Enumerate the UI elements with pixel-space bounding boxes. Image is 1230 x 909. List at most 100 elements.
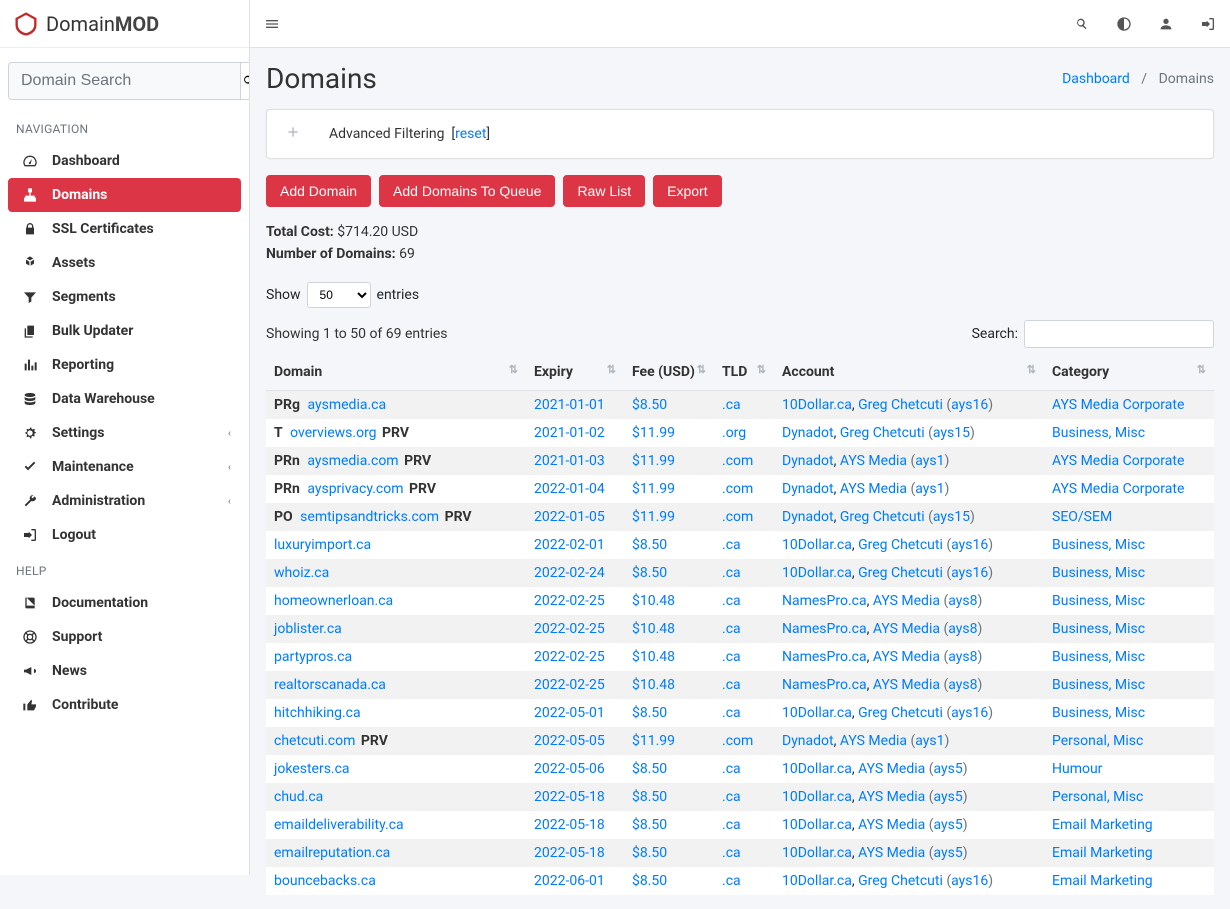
expiry-link[interactable]: 2022-06-01 bbox=[534, 873, 605, 889]
sidebar-item-logout[interactable]: Logout bbox=[8, 518, 241, 552]
col-expiry[interactable]: Expiry⇅ bbox=[526, 354, 624, 391]
sidebar-item-administration[interactable]: Administration‹ bbox=[8, 484, 241, 518]
topbar-search-button[interactable] bbox=[1074, 16, 1090, 32]
owner-link[interactable]: Greg Chetcuti bbox=[858, 565, 943, 581]
registrar-link[interactable]: 10Dollar.ca bbox=[782, 705, 852, 721]
domain-link[interactable]: hitchhiking.ca bbox=[274, 705, 361, 721]
col-domain[interactable]: Domain⇅ bbox=[266, 354, 526, 391]
registrar-link[interactable]: Dynadot bbox=[782, 453, 834, 469]
col-category[interactable]: Category⇅ bbox=[1044, 354, 1214, 391]
expiry-link[interactable]: 2022-01-04 bbox=[534, 481, 605, 497]
tld-link[interactable]: .ca bbox=[722, 397, 741, 413]
fee-link[interactable]: $11.99 bbox=[632, 481, 675, 497]
owner-link[interactable]: AYS Media bbox=[873, 677, 940, 693]
account-link[interactable]: ays5 bbox=[934, 845, 963, 861]
account-link[interactable]: ays16 bbox=[951, 537, 988, 553]
col-account[interactable]: Account⇅ bbox=[774, 354, 1044, 391]
fee-link[interactable]: $8.50 bbox=[632, 705, 667, 721]
fee-link[interactable]: $8.50 bbox=[632, 873, 667, 889]
tld-link[interactable]: .ca bbox=[722, 537, 741, 553]
account-link[interactable]: ays1 bbox=[915, 733, 944, 749]
tld-link[interactable]: .ca bbox=[722, 817, 741, 833]
tld-link[interactable]: .com bbox=[722, 453, 753, 469]
registrar-link[interactable]: 10Dollar.ca bbox=[782, 817, 852, 833]
fee-link[interactable]: $8.50 bbox=[632, 397, 667, 413]
expiry-link[interactable]: 2022-02-01 bbox=[534, 537, 605, 553]
tld-link[interactable]: .com bbox=[722, 481, 753, 497]
category-link[interactable]: Business, Misc bbox=[1052, 649, 1145, 665]
logout-button[interactable] bbox=[1200, 16, 1216, 32]
category-link[interactable]: Humour bbox=[1052, 761, 1102, 777]
registrar-link[interactable]: NamesPro.ca bbox=[782, 621, 867, 637]
user-button[interactable] bbox=[1158, 16, 1174, 32]
tld-link[interactable]: .com bbox=[722, 733, 753, 749]
owner-link[interactable]: AYS Media bbox=[840, 453, 907, 469]
fee-link[interactable]: $8.50 bbox=[632, 789, 667, 805]
domain-link[interactable]: aysmedia.com bbox=[307, 453, 398, 469]
registrar-link[interactable]: 10Dollar.ca bbox=[782, 789, 852, 805]
fee-link[interactable]: $11.99 bbox=[632, 453, 675, 469]
category-link[interactable]: Business, Misc bbox=[1052, 593, 1145, 609]
registrar-link[interactable]: 10Dollar.ca bbox=[782, 761, 852, 777]
account-link[interactable]: ays1 bbox=[915, 453, 944, 469]
registrar-link[interactable]: NamesPro.ca bbox=[782, 649, 867, 665]
add-queue-button[interactable]: Add Domains To Queue bbox=[379, 175, 555, 207]
brand[interactable]: DomainMOD bbox=[0, 0, 249, 48]
theme-toggle-button[interactable] bbox=[1116, 16, 1132, 32]
expiry-link[interactable]: 2022-02-25 bbox=[534, 621, 605, 637]
advanced-filter-card[interactable]: Advanced Filtering [ reset ] bbox=[266, 109, 1214, 159]
tld-link[interactable]: .ca bbox=[722, 789, 741, 805]
expiry-link[interactable]: 2021-01-03 bbox=[534, 453, 605, 469]
sidebar-item-news[interactable]: News bbox=[8, 654, 241, 688]
tld-link[interactable]: .ca bbox=[722, 873, 741, 889]
category-link[interactable]: AYS Media Corporate bbox=[1052, 453, 1184, 469]
expiry-link[interactable]: 2022-02-25 bbox=[534, 593, 605, 609]
domain-link[interactable]: aysmedia.ca bbox=[307, 397, 386, 413]
account-link[interactable]: ays8 bbox=[948, 593, 977, 609]
domain-link[interactable]: emailreputation.ca bbox=[274, 845, 390, 861]
domain-link[interactable]: aysprivacy.com bbox=[307, 481, 403, 497]
sidebar-item-support[interactable]: Support bbox=[8, 620, 241, 654]
owner-link[interactable]: AYS Media bbox=[873, 621, 940, 637]
fee-link[interactable]: $11.99 bbox=[632, 509, 675, 525]
registrar-link[interactable]: Dynadot bbox=[782, 425, 834, 441]
domain-link[interactable]: realtorscanada.ca bbox=[274, 677, 386, 693]
owner-link[interactable]: AYS Media bbox=[840, 733, 907, 749]
account-link[interactable]: ays8 bbox=[948, 649, 977, 665]
fee-link[interactable]: $8.50 bbox=[632, 537, 667, 553]
fee-link[interactable]: $10.48 bbox=[632, 593, 675, 609]
registrar-link[interactable]: 10Dollar.ca bbox=[782, 397, 852, 413]
domain-link[interactable]: bouncebacks.ca bbox=[274, 873, 376, 889]
fee-link[interactable]: $10.48 bbox=[632, 621, 675, 637]
tld-link[interactable]: .ca bbox=[722, 845, 741, 861]
tld-link[interactable]: .org bbox=[722, 425, 746, 441]
fee-link[interactable]: $8.50 bbox=[632, 817, 667, 833]
category-link[interactable]: Email Marketing bbox=[1052, 873, 1153, 889]
domain-link[interactable]: chud.ca bbox=[274, 789, 323, 805]
registrar-link[interactable]: 10Dollar.ca bbox=[782, 565, 852, 581]
domain-link[interactable]: homeownerloan.ca bbox=[274, 593, 393, 609]
domain-link[interactable]: semtipsandtricks.com bbox=[300, 509, 439, 525]
registrar-link[interactable]: 10Dollar.ca bbox=[782, 845, 852, 861]
category-link[interactable]: AYS Media Corporate bbox=[1052, 397, 1184, 413]
expiry-link[interactable]: 2022-05-05 bbox=[534, 733, 605, 749]
expiry-link[interactable]: 2021-01-01 bbox=[534, 397, 605, 413]
owner-link[interactable]: AYS Media bbox=[873, 649, 940, 665]
expiry-link[interactable]: 2022-05-18 bbox=[534, 789, 605, 805]
owner-link[interactable]: AYS Media bbox=[858, 845, 925, 861]
expiry-link[interactable]: 2022-05-01 bbox=[534, 705, 605, 721]
length-select[interactable]: 50 bbox=[307, 282, 371, 308]
expiry-link[interactable]: 2022-02-25 bbox=[534, 677, 605, 693]
tld-link[interactable]: .ca bbox=[722, 593, 741, 609]
owner-link[interactable]: AYS Media bbox=[873, 593, 940, 609]
add-domain-button[interactable]: Add Domain bbox=[266, 175, 371, 207]
account-link[interactable]: ays16 bbox=[951, 873, 988, 889]
expiry-link[interactable]: 2022-05-18 bbox=[534, 845, 605, 861]
sidebar-item-ssl-certificates[interactable]: SSL Certificates bbox=[8, 212, 241, 246]
category-link[interactable]: SEO/SEM bbox=[1052, 509, 1112, 525]
account-link[interactable]: ays15 bbox=[933, 509, 970, 525]
domain-link[interactable]: joblister.ca bbox=[274, 621, 342, 637]
sidebar-item-bulk-updater[interactable]: Bulk Updater bbox=[8, 314, 241, 348]
category-link[interactable]: Business, Misc bbox=[1052, 425, 1145, 441]
col-fee[interactable]: Fee (USD)⇅ bbox=[624, 354, 714, 391]
